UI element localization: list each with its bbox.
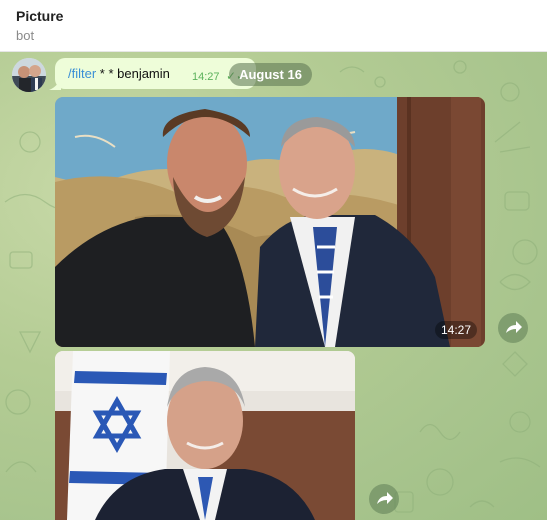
photo-message-2[interactable] — [55, 351, 355, 520]
forward-button[interactable] — [369, 484, 399, 514]
command-link[interactable]: /filter — [68, 66, 96, 81]
message-text: /filter * * benjamin — [68, 66, 170, 81]
message-time: 14:27 — [192, 71, 220, 83]
date-divider: August 16 — [229, 63, 312, 86]
share-arrow-icon — [377, 492, 393, 504]
chat-title[interactable]: Picture — [16, 8, 63, 24]
bot-avatar[interactable] — [12, 58, 46, 92]
photo-message-1[interactable]: 14:27 — [55, 97, 485, 347]
command-args: * * benjamin — [96, 66, 170, 81]
share-arrow-icon — [506, 321, 522, 333]
photo-time-badge: 14:27 — [434, 321, 477, 339]
chat-area: /filter * * benjamin 14:27 ✓✓ August 16 — [0, 52, 547, 520]
message-bubble[interactable]: /filter * * benjamin 14:27 ✓✓ — [55, 58, 256, 89]
chat-subtitle: bot — [16, 28, 35, 43]
chat-header: Picture bot — [0, 0, 547, 52]
forward-button[interactable] — [498, 313, 528, 343]
